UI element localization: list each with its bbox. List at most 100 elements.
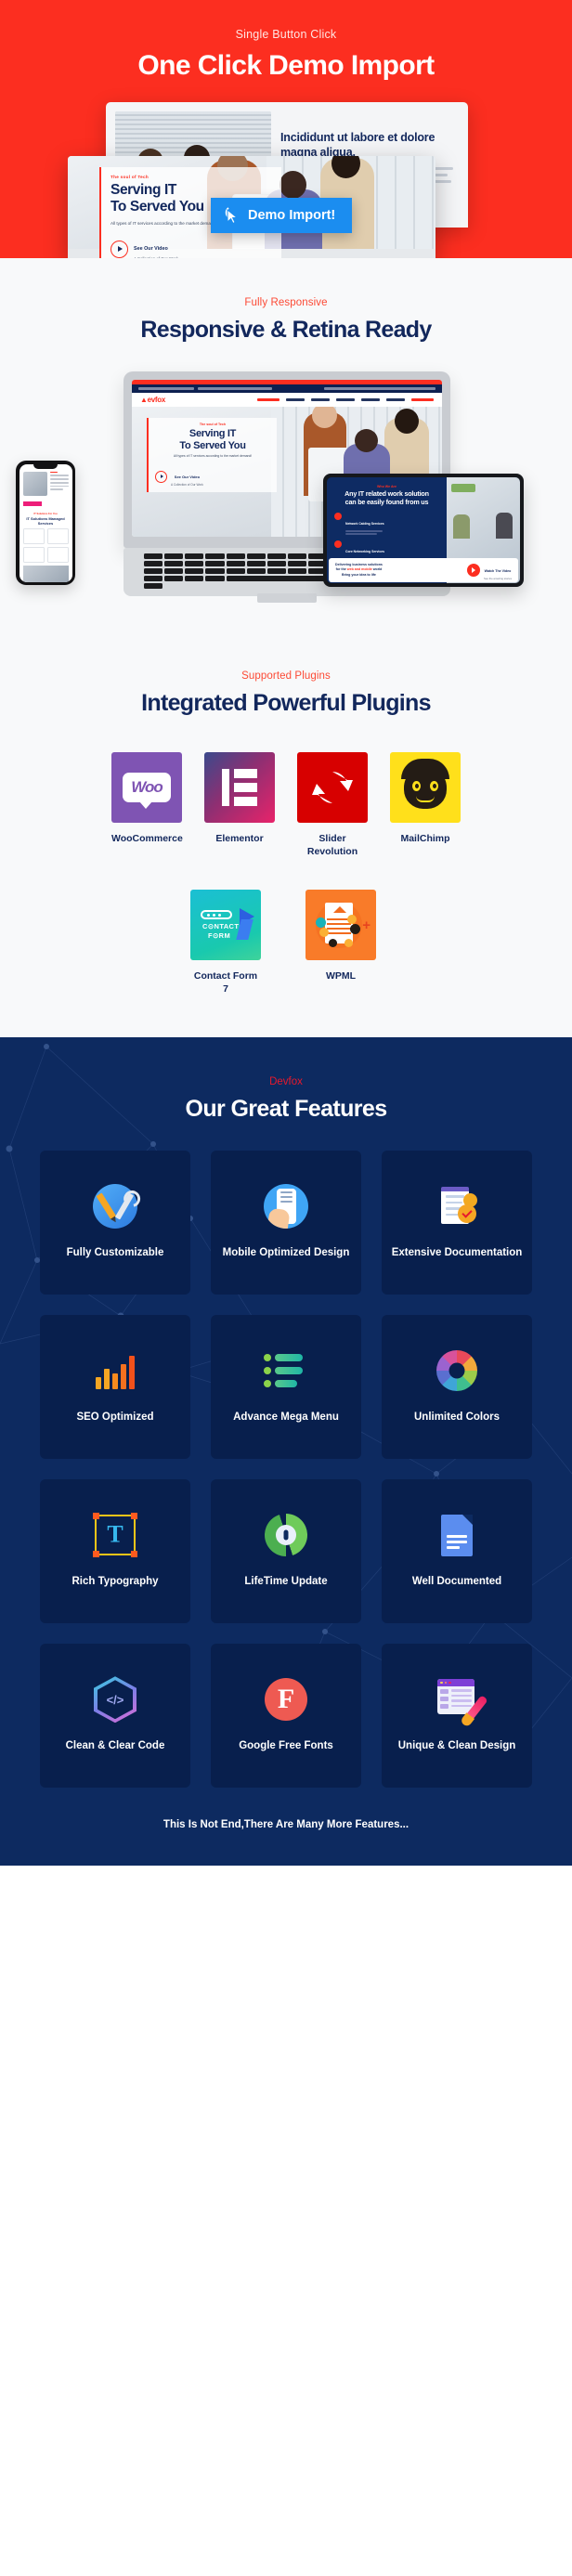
laptop-header: ▲evfox [132, 393, 442, 407]
wrench-pencil-icon [92, 1183, 138, 1229]
laptop-announcement-bar [132, 384, 442, 393]
tablet-eyebrow: Who We Are [376, 485, 396, 488]
feature-label: Fully Customizable [66, 1247, 164, 1259]
video-sublabel: A Collection of Our Work [134, 256, 178, 258]
service-bullet-icon [334, 512, 342, 520]
feature-card-seo-optimized[interactable]: SEO Optimized [40, 1314, 190, 1459]
tablet-footer-line2c: world [372, 567, 383, 572]
plugin-contact-form-7[interactable]: C⊙NTACT F⊙RM Contact Form 7 [190, 890, 261, 995]
feature-card-google-free-fonts[interactable]: F Google Free Fonts [211, 1643, 361, 1788]
device-mockups: ▲evfox The soul of Tech Serving IT To Se… [0, 364, 572, 603]
plugin-wpml[interactable]: + WPML [306, 890, 376, 995]
wpml-icon: + [306, 890, 376, 961]
tablet-watch-video: Watch The Video See the amazing stories [466, 560, 512, 580]
feature-label: Advance Mega Menu [233, 1412, 339, 1424]
laptop-hero-sub: All types of IT services according to th… [173, 454, 253, 459]
feature-label: Unlimited Colors [413, 1412, 500, 1424]
phone-eyebrow: IT Solutions For You [33, 512, 58, 515]
laptop-video-sub: A Collection of Our Work [171, 483, 203, 488]
feature-card-mobile-optimized-design[interactable]: Mobile Optimized Design [211, 1150, 361, 1295]
laptop-nav-menu [257, 398, 434, 401]
feature-card-advance-mega-menu[interactable]: Advance Mega Menu [211, 1314, 361, 1459]
feature-label: LifeTime Update [244, 1576, 328, 1588]
plugin-elementor[interactable]: Elementor [204, 752, 275, 858]
feature-card-rich-typography[interactable]: T Rich Typography [40, 1478, 190, 1623]
feature-label: Clean & Clear Code [65, 1740, 165, 1752]
feature-card-unlimited-colors[interactable]: Unlimited Colors [382, 1314, 532, 1459]
color-wheel-icon [434, 1347, 480, 1394]
menu-list-icon [263, 1347, 309, 1394]
phone-notch [33, 463, 58, 469]
slider-revolution-icon [297, 752, 368, 823]
plugin-woocommerce[interactable]: Woo WooCommerce [111, 752, 183, 858]
demo-import-button[interactable]: Demo Import! [211, 198, 353, 233]
tablet-watch-label: Watch The Video [484, 569, 512, 573]
features-eyebrow: Devfox [269, 1075, 303, 1087]
tablet-footer-line2a: for the [335, 567, 346, 572]
feature-label: Unique & Clean Design [397, 1740, 516, 1752]
phone-title: IT Solutions Managed Services [26, 515, 65, 526]
feature-card-unique-clean-design[interactable]: Unique & Clean Design [382, 1643, 532, 1788]
video-label: See Our Video [134, 245, 168, 252]
demo-import-label: Demo Import! [248, 208, 336, 223]
features-title: Our Great Features [185, 1095, 387, 1122]
feature-label: Extensive Documentation [391, 1247, 523, 1259]
feature-card-fully-customizable[interactable]: Fully Customizable [40, 1150, 190, 1295]
responsive-eyebrow: Fully Responsive [244, 297, 328, 308]
woocommerce-icon: Woo [111, 752, 182, 823]
tablet-footer-bar: Delivering business solutions for the we… [329, 558, 518, 582]
browser-brush-icon [434, 1676, 488, 1723]
plugin-slider-revolution[interactable]: Slider Revolution [297, 752, 368, 858]
laptop-hero-eyebrow: The soul of Tech [199, 423, 227, 426]
features-note: This Is Not End,There Are Many More Feat… [162, 1818, 410, 1830]
responsive-section: Fully Responsive Responsive & Retina Rea… [0, 258, 572, 628]
hero-eyebrow: Single Button Click [235, 28, 337, 41]
tablet-item2-label: Core Networking Services [345, 549, 385, 553]
laptop-video-link: See Our Video A Collection of Our Work [155, 466, 270, 487]
laptop-hero-title-line1: Serving IT [188, 428, 237, 439]
plugins-section: Supported Plugins Integrated Powerful Pl… [0, 628, 572, 1037]
elementor-icon [204, 752, 275, 823]
phone-mockup: IT Solutions For You IT Solutions Manage… [16, 461, 75, 585]
feature-label: Rich Typography [72, 1576, 159, 1588]
tablet-service-item: Network Cabling Services [334, 512, 439, 535]
tablet-footer-line3: Bring your idea to life [341, 572, 376, 577]
feature-label: Google Free Fonts [239, 1740, 333, 1752]
plugin-label: WPML [325, 970, 357, 982]
feature-card-extensive-documentation[interactable]: Extensive Documentation [382, 1150, 532, 1295]
responsive-title: Responsive & Retina Ready [140, 317, 432, 343]
mailchimp-icon [390, 752, 461, 823]
laptop-trackpad [257, 593, 317, 603]
feature-card-lifetime-update[interactable]: LifeTime Update [211, 1478, 361, 1623]
plugins-row-2: C⊙NTACT F⊙RM Contact Form 7 + WPML [0, 890, 572, 995]
laptop-video-label: See Our Video [174, 475, 201, 480]
plugin-label: WooCommerce [111, 833, 183, 844]
plugin-label: Elementor [215, 833, 264, 844]
font-circle-icon: F [263, 1676, 309, 1723]
landing-page: Single Button Click One Click Demo Impor… [0, 0, 572, 1866]
hero-section: Single Button Click One Click Demo Impor… [0, 0, 572, 258]
feature-card-clean-clear-code[interactable]: </> Clean & Clear Code [40, 1643, 190, 1788]
front-mock-eyebrow: The soul of Tech [110, 175, 149, 179]
tablet-watch-sub: See the amazing stories [483, 577, 512, 580]
laptop-hero-title-line2: To Served You [179, 439, 246, 451]
feature-label: Well Documented [411, 1576, 502, 1588]
plugins-eyebrow: Supported Plugins [241, 670, 331, 682]
service-bullet-icon [334, 540, 342, 548]
feature-card-well-documented[interactable]: Well Documented [382, 1478, 532, 1623]
refresh-cycle-icon [263, 1512, 309, 1558]
feature-label: Mobile Optimized Design [222, 1247, 350, 1259]
tablet-mockup: Who We Are Any IT related work solution … [323, 474, 524, 587]
features-grid: Fully Customizable Mobile Optimized Desi… [40, 1150, 532, 1788]
document-gear-icon [434, 1183, 480, 1229]
see-our-video-link[interactable]: See Our Video A Collection of Our Work [110, 238, 272, 258]
plugins-title: Integrated Powerful Plugins [141, 690, 431, 716]
tablet-title-line2: can be easily found from us [344, 497, 429, 506]
contact-form-7-icon: C⊙NTACT F⊙RM [190, 890, 261, 961]
hero-title: One Click Demo Import [137, 50, 435, 81]
hero-mockups: Incididunt ut labore et dolore magna ali… [0, 102, 572, 258]
plugin-mailchimp[interactable]: MailChimp [390, 752, 461, 858]
tablet-item1-label: Network Cabling Services [345, 521, 384, 526]
plugins-row-1: Woo WooCommerce Elementor Slider Revolut… [0, 752, 572, 858]
code-hexagon-icon: </> [92, 1676, 138, 1724]
